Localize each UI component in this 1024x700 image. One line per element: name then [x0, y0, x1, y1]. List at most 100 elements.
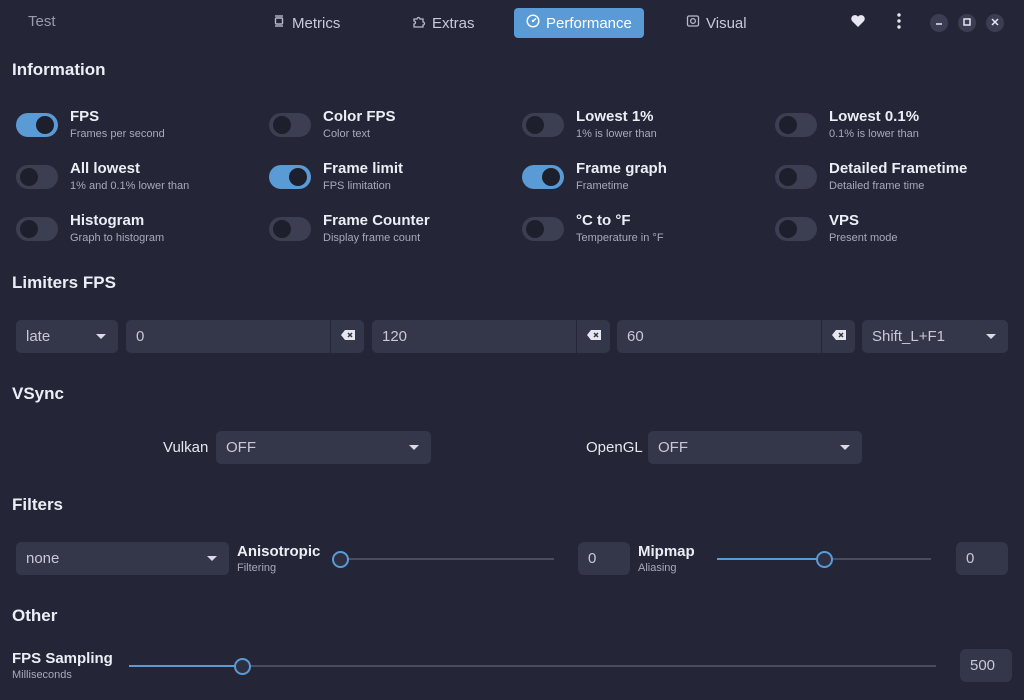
maximize-icon	[962, 14, 972, 32]
limiter-hotkey-value: Shift_L+F1	[872, 328, 945, 345]
toggle-switch[interactable]	[775, 165, 817, 189]
toggle-title: Frame Counter	[323, 212, 430, 229]
toggle-subtitle: Temperature in °F	[576, 232, 664, 244]
limiter-mode-dropdown[interactable]: late	[16, 320, 118, 353]
toggle-subtitle: Frametime	[576, 180, 629, 192]
toggle-subtitle: 1% and 0.1% lower than	[70, 180, 190, 192]
maximize-button[interactable]	[958, 14, 976, 32]
toggle-switch[interactable]	[522, 113, 564, 137]
metrics-icon	[272, 14, 286, 32]
information-toggle-item: VPS Present mode	[771, 212, 1011, 252]
app-title: Test	[28, 13, 56, 30]
limiter-value-3-input[interactable]: 60	[617, 320, 821, 353]
vulkan-vsync-value: OFF	[226, 439, 256, 456]
tab-performance[interactable]: Performance	[514, 8, 644, 38]
menu-button[interactable]	[890, 12, 908, 33]
toggle-knob	[289, 168, 307, 186]
information-toggle-item: Lowest 1% 1% is lower than	[518, 108, 758, 148]
filter-dropdown[interactable]: none	[16, 542, 229, 575]
limiter-value-2-clear-button[interactable]	[576, 320, 610, 353]
toggle-knob	[542, 168, 560, 186]
backspace-icon	[586, 328, 602, 346]
toggle-subtitle: 1% is lower than	[576, 128, 657, 140]
anisotropic-value-input[interactable]: 0	[578, 542, 630, 575]
toggle-switch[interactable]	[522, 217, 564, 241]
toggle-knob	[526, 220, 544, 238]
limiter-value-3-clear-button[interactable]	[821, 320, 855, 353]
limiters-heading: Limiters FPS	[12, 273, 116, 292]
toggle-knob	[36, 116, 54, 134]
anisotropic-title: Anisotropic	[237, 543, 321, 560]
limiter-value-1-clear-button[interactable]	[330, 320, 364, 353]
information-heading: Information	[12, 60, 106, 79]
tab-visual[interactable]: Visual	[674, 8, 759, 38]
toggle-subtitle: Display frame count	[323, 232, 421, 244]
gauge-icon	[526, 14, 540, 32]
minimize-icon	[934, 14, 944, 32]
anisotropic-slider[interactable]	[332, 551, 554, 568]
information-toggle-item: Frame limit FPS limitation	[265, 160, 505, 200]
toggle-switch[interactable]	[16, 113, 58, 137]
limiter-value-3: 60	[627, 328, 644, 345]
toggle-switch[interactable]	[775, 217, 817, 241]
toggle-switch[interactable]	[775, 113, 817, 137]
fps-sampling-slider-handle[interactable]	[234, 658, 251, 675]
tab-metrics-label: Metrics	[292, 14, 341, 32]
vulkan-label: Vulkan	[163, 439, 209, 456]
toggle-subtitle: Detailed frame time	[829, 180, 925, 192]
close-button[interactable]	[986, 14, 1004, 32]
toggle-title: Detailed Frametime	[829, 160, 968, 177]
favorite-button[interactable]	[848, 14, 868, 32]
close-icon	[990, 14, 1000, 32]
minimize-button[interactable]	[930, 14, 948, 32]
heart-icon	[850, 14, 866, 33]
fps-sampling-subtitle: Milliseconds	[12, 669, 72, 681]
tab-extras[interactable]: Extras	[400, 8, 487, 38]
toggle-switch[interactable]	[269, 165, 311, 189]
mipmap-slider[interactable]	[717, 551, 931, 568]
toggle-title: °C to °F	[576, 212, 631, 229]
mipmap-slider-handle[interactable]	[816, 551, 833, 568]
chevron-down-icon	[409, 445, 419, 450]
toggle-subtitle: 0.1% is lower than	[829, 128, 919, 140]
anisotropic-slider-handle[interactable]	[332, 551, 349, 568]
tab-metrics[interactable]: Metrics	[260, 8, 352, 38]
header-bar: Test Metrics Extras Performance Visual	[0, 0, 1024, 46]
toggle-knob	[779, 116, 797, 134]
toggle-knob	[526, 116, 544, 134]
opengl-vsync-value: OFF	[658, 439, 688, 456]
puzzle-icon	[412, 14, 426, 32]
tab-performance-label: Performance	[546, 14, 632, 32]
toggle-subtitle: Color text	[323, 128, 371, 140]
toggle-switch[interactable]	[522, 165, 564, 189]
anisotropic-value: 0	[588, 550, 597, 567]
information-toggle-item: Lowest 0.1% 0.1% is lower than	[771, 108, 1011, 148]
toggle-switch[interactable]	[269, 217, 311, 241]
toggle-subtitle: Present mode	[829, 232, 898, 244]
toggle-title: Lowest 0.1%	[829, 108, 920, 125]
toggle-knob	[273, 220, 291, 238]
fps-sampling-value-input[interactable]: 500	[960, 649, 1012, 682]
toggle-knob	[779, 168, 797, 186]
other-heading: Other	[12, 606, 58, 625]
vulkan-vsync-dropdown[interactable]: OFF	[216, 431, 431, 464]
limiter-value-1-input[interactable]: 0	[126, 320, 330, 353]
limiter-hotkey-dropdown[interactable]: Shift_L+F1	[862, 320, 1008, 353]
information-toggle-item: °C to °F Temperature in °F	[518, 212, 758, 252]
toggle-knob	[20, 168, 38, 186]
mipmap-value-input[interactable]: 0	[956, 542, 1008, 575]
backspace-icon	[831, 328, 847, 346]
chevron-down-icon	[207, 556, 217, 561]
toggle-switch[interactable]	[269, 113, 311, 137]
fps-sampling-slider[interactable]	[129, 658, 936, 675]
toggle-switch[interactable]	[16, 165, 58, 189]
limiter-value-2-input[interactable]: 120	[372, 320, 576, 353]
toggle-title: FPS	[70, 108, 100, 125]
limiter-value-1: 0	[136, 328, 145, 345]
toggle-title: Lowest 1%	[576, 108, 654, 125]
toggle-switch[interactable]	[16, 217, 58, 241]
toggle-title: Histogram	[70, 212, 145, 229]
toggle-knob	[20, 220, 38, 238]
opengl-vsync-dropdown[interactable]: OFF	[648, 431, 862, 464]
toggle-title: Frame graph	[576, 160, 667, 177]
